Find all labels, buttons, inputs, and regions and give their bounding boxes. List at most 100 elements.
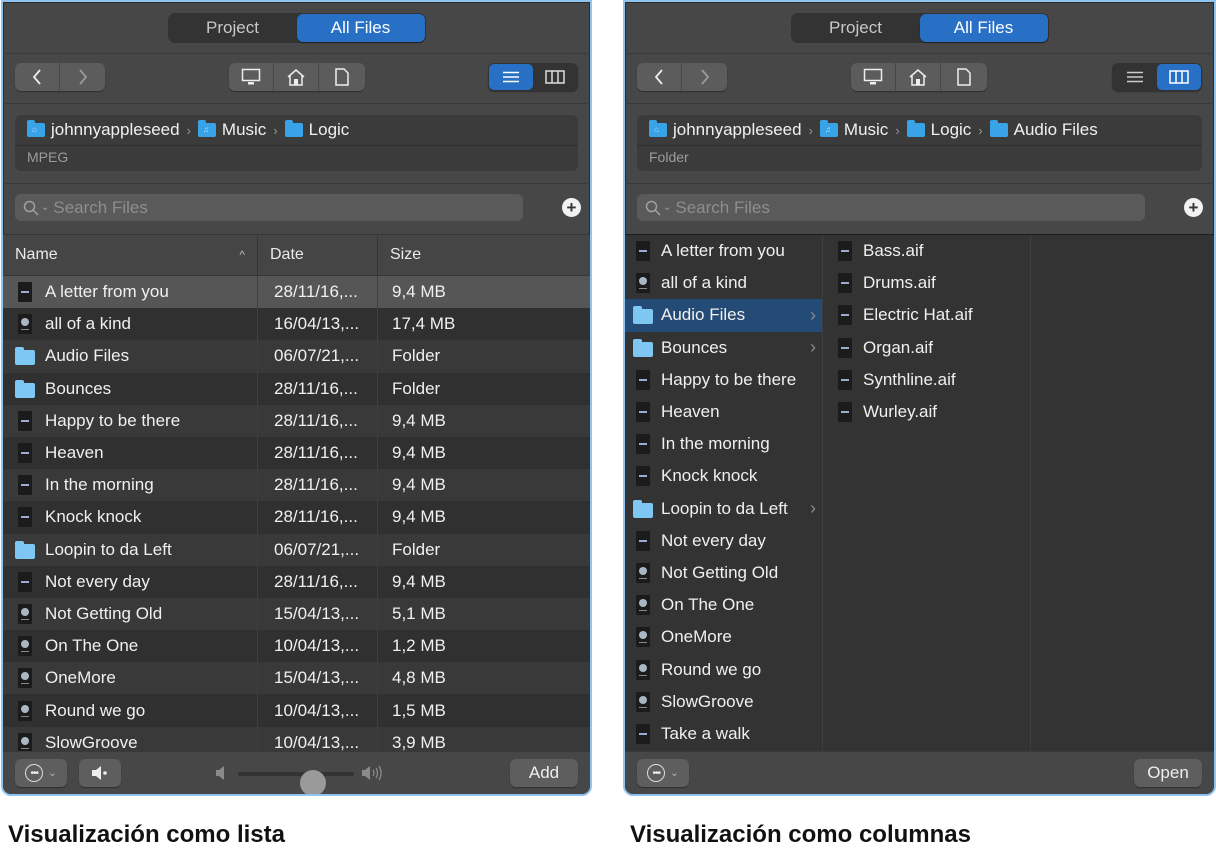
column-header-name[interactable]: Name ^: [3, 235, 257, 275]
table-row[interactable]: Not every day 28/11/16,... 9,4 MB: [3, 565, 590, 598]
forward-button[interactable]: [682, 63, 727, 91]
file-list: A letter from you 28/11/16,... 9,4 MB all o…: [3, 276, 590, 752]
list-item[interactable]: Not Getting Old: [625, 557, 822, 589]
music-folder-icon: ♫: [819, 120, 838, 137]
column-header-size[interactable]: Size: [377, 235, 589, 275]
file-name: SlowGroove: [45, 732, 138, 752]
audio-file-icon: [636, 369, 650, 390]
volume-track[interactable]: [238, 770, 354, 794]
list-item[interactable]: Organ.aif: [823, 332, 1030, 364]
breadcrumb: ⌂ johnnyappleseed › ♫ Music › Logic: [27, 119, 349, 141]
preview-button[interactable]: [79, 759, 121, 787]
file-icon-container: [633, 241, 653, 262]
search-input[interactable]: [675, 197, 1116, 218]
home-button[interactable]: [896, 63, 941, 91]
column-header-date[interactable]: Date: [257, 235, 377, 275]
breadcrumb-johnnyappleseed[interactable]: ⌂ johnnyappleseed: [27, 120, 180, 140]
search-options-chevron-icon[interactable]: ⌄: [663, 202, 671, 213]
table-row[interactable]: Knock knock 28/11/16,... 9,4 MB: [3, 501, 590, 534]
documents-button[interactable]: [941, 63, 986, 91]
add-location-button[interactable]: +: [1184, 198, 1203, 217]
file-icon-container: [633, 530, 653, 551]
add-location-button[interactable]: +: [562, 198, 581, 217]
table-row[interactable]: Audio Files 06/07/21,... Folder: [3, 340, 590, 373]
back-button[interactable]: [15, 63, 60, 91]
list-item[interactable]: In the morning: [625, 428, 822, 460]
cell-name: OneMore: [3, 668, 257, 689]
search-options-chevron-icon[interactable]: ⌄: [41, 202, 49, 213]
list-item[interactable]: Knock knock: [625, 460, 822, 492]
list-item[interactable]: Synthline.aif: [823, 364, 1030, 396]
table-row[interactable]: SlowGroove 10/04/13,... 3,9 MB: [3, 726, 590, 752]
add-button[interactable]: Add: [510, 759, 578, 787]
list-view-button[interactable]: [489, 64, 533, 90]
forward-button[interactable]: [60, 63, 105, 91]
cell-size: 17,4 MB: [377, 308, 590, 341]
tab-all-files[interactable]: All Files: [296, 14, 425, 42]
list-item[interactable]: A letter from you: [625, 235, 822, 267]
tab-all-files[interactable]: All Files: [919, 14, 1048, 42]
tab-project[interactable]: Project: [169, 14, 297, 42]
table-row[interactable]: OneMore 15/04/13,... 4,8 MB: [3, 662, 590, 695]
search-icon[interactable]: [645, 200, 661, 216]
breadcrumb-johnnyappleseed[interactable]: ⌂ johnnyappleseed: [649, 120, 802, 140]
computer-button[interactable]: [229, 63, 274, 91]
table-row[interactable]: Loopin to da Left 06/07/21,... Folder: [3, 533, 590, 566]
list-item[interactable]: Bass.aif: [823, 235, 1030, 267]
item-name: Audio Files: [661, 305, 746, 325]
location-buttons: [229, 63, 365, 91]
breadcrumb-logic[interactable]: Logic: [906, 120, 971, 140]
computer-icon: [863, 68, 883, 85]
search-input[interactable]: [53, 197, 494, 218]
list-item[interactable]: SlowGroove: [625, 686, 822, 718]
list-view-button[interactable]: [1113, 64, 1157, 90]
table-row[interactable]: A letter from you 28/11/16,... 9,4 MB: [3, 276, 590, 309]
list-item[interactable]: On The One: [625, 589, 822, 621]
list-item[interactable]: Round we go: [625, 653, 822, 685]
action-menu-button[interactable]: ••• ⌄: [15, 759, 67, 787]
list-item[interactable]: Heaven: [625, 396, 822, 428]
action-menu-button[interactable]: ••• ⌄: [637, 759, 689, 787]
home-button[interactable]: [274, 63, 319, 91]
table-row[interactable]: Not Getting Old 15/04/13,... 5,1 MB: [3, 597, 590, 631]
list-item[interactable]: Audio Files ›: [625, 299, 822, 332]
list-item[interactable]: Not every day: [625, 525, 822, 557]
table-row[interactable]: Happy to be there 28/11/16,... 9,4 MB: [3, 404, 590, 437]
volume-knob[interactable]: [300, 770, 327, 794]
list-item[interactable]: OneMore: [625, 621, 822, 653]
column-view-button[interactable]: [533, 64, 577, 90]
search-icon[interactable]: [23, 200, 39, 216]
table-row[interactable]: Round we go 10/04/13,... 1,5 MB: [3, 694, 590, 727]
list-item[interactable]: all of a kind: [625, 267, 822, 299]
table-row[interactable]: Bounces 28/11/16,... Folder: [3, 372, 590, 405]
logic-project-icon: [18, 700, 32, 721]
table-row[interactable]: Heaven 28/11/16,... 9,4 MB: [3, 436, 590, 470]
breadcrumb-audio-files[interactable]: Audio Files: [989, 120, 1098, 140]
table-row[interactable]: In the morning 28/11/16,... 9,4 MB: [3, 469, 590, 502]
documents-button[interactable]: [319, 63, 364, 91]
computer-button[interactable]: [851, 63, 896, 91]
cell-size: 9,4 MB: [377, 404, 590, 437]
file-name: Audio Files: [45, 346, 130, 366]
breadcrumb-music[interactable]: ♫ Music: [197, 120, 266, 140]
list-item[interactable]: Drums.aif: [823, 267, 1030, 299]
list-item[interactable]: Bounces ›: [625, 332, 822, 364]
volume-slider[interactable]: [215, 764, 391, 794]
home-folder-icon: ⌂: [649, 120, 667, 137]
tab-project[interactable]: Project: [792, 14, 920, 42]
list-item[interactable]: Take a walk: [625, 718, 822, 750]
breadcrumb-logic[interactable]: Logic: [284, 120, 349, 140]
back-button[interactable]: [637, 63, 682, 91]
list-view-browser: Project All Files ⌂ johnnyappleseed › ♫ …: [1, 0, 592, 796]
list-item[interactable]: Electric Hat.aif: [823, 299, 1030, 331]
column-view-button[interactable]: [1157, 64, 1201, 90]
breadcrumb-music[interactable]: ♫ Music: [819, 120, 888, 140]
table-row[interactable]: On The One 10/04/13,... 1,2 MB: [3, 630, 590, 663]
folder-icon: [906, 120, 925, 137]
open-button[interactable]: Open: [1134, 759, 1202, 787]
file-name: Round we go: [45, 700, 146, 720]
list-item[interactable]: Happy to be there: [625, 364, 822, 396]
list-item[interactable]: Wurley.aif: [823, 396, 1030, 428]
table-row[interactable]: all of a kind 16/04/13,... 17,4 MB: [3, 308, 590, 341]
list-item[interactable]: Loopin to da Left ›: [625, 493, 822, 525]
